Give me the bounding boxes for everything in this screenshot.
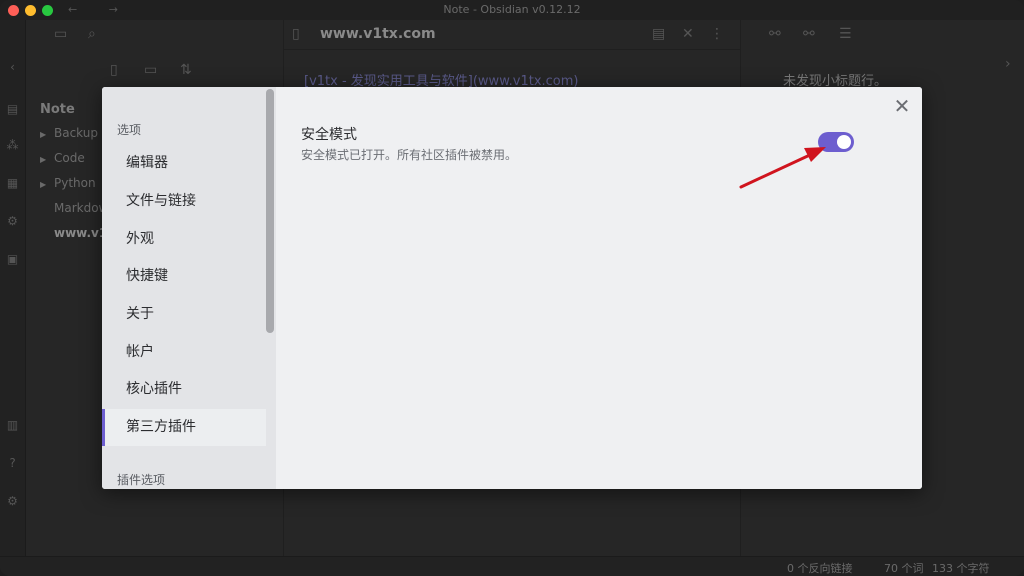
arrow-shaft xyxy=(739,152,814,189)
annotation-arrow xyxy=(739,147,826,189)
arrow-head-icon xyxy=(804,147,826,162)
